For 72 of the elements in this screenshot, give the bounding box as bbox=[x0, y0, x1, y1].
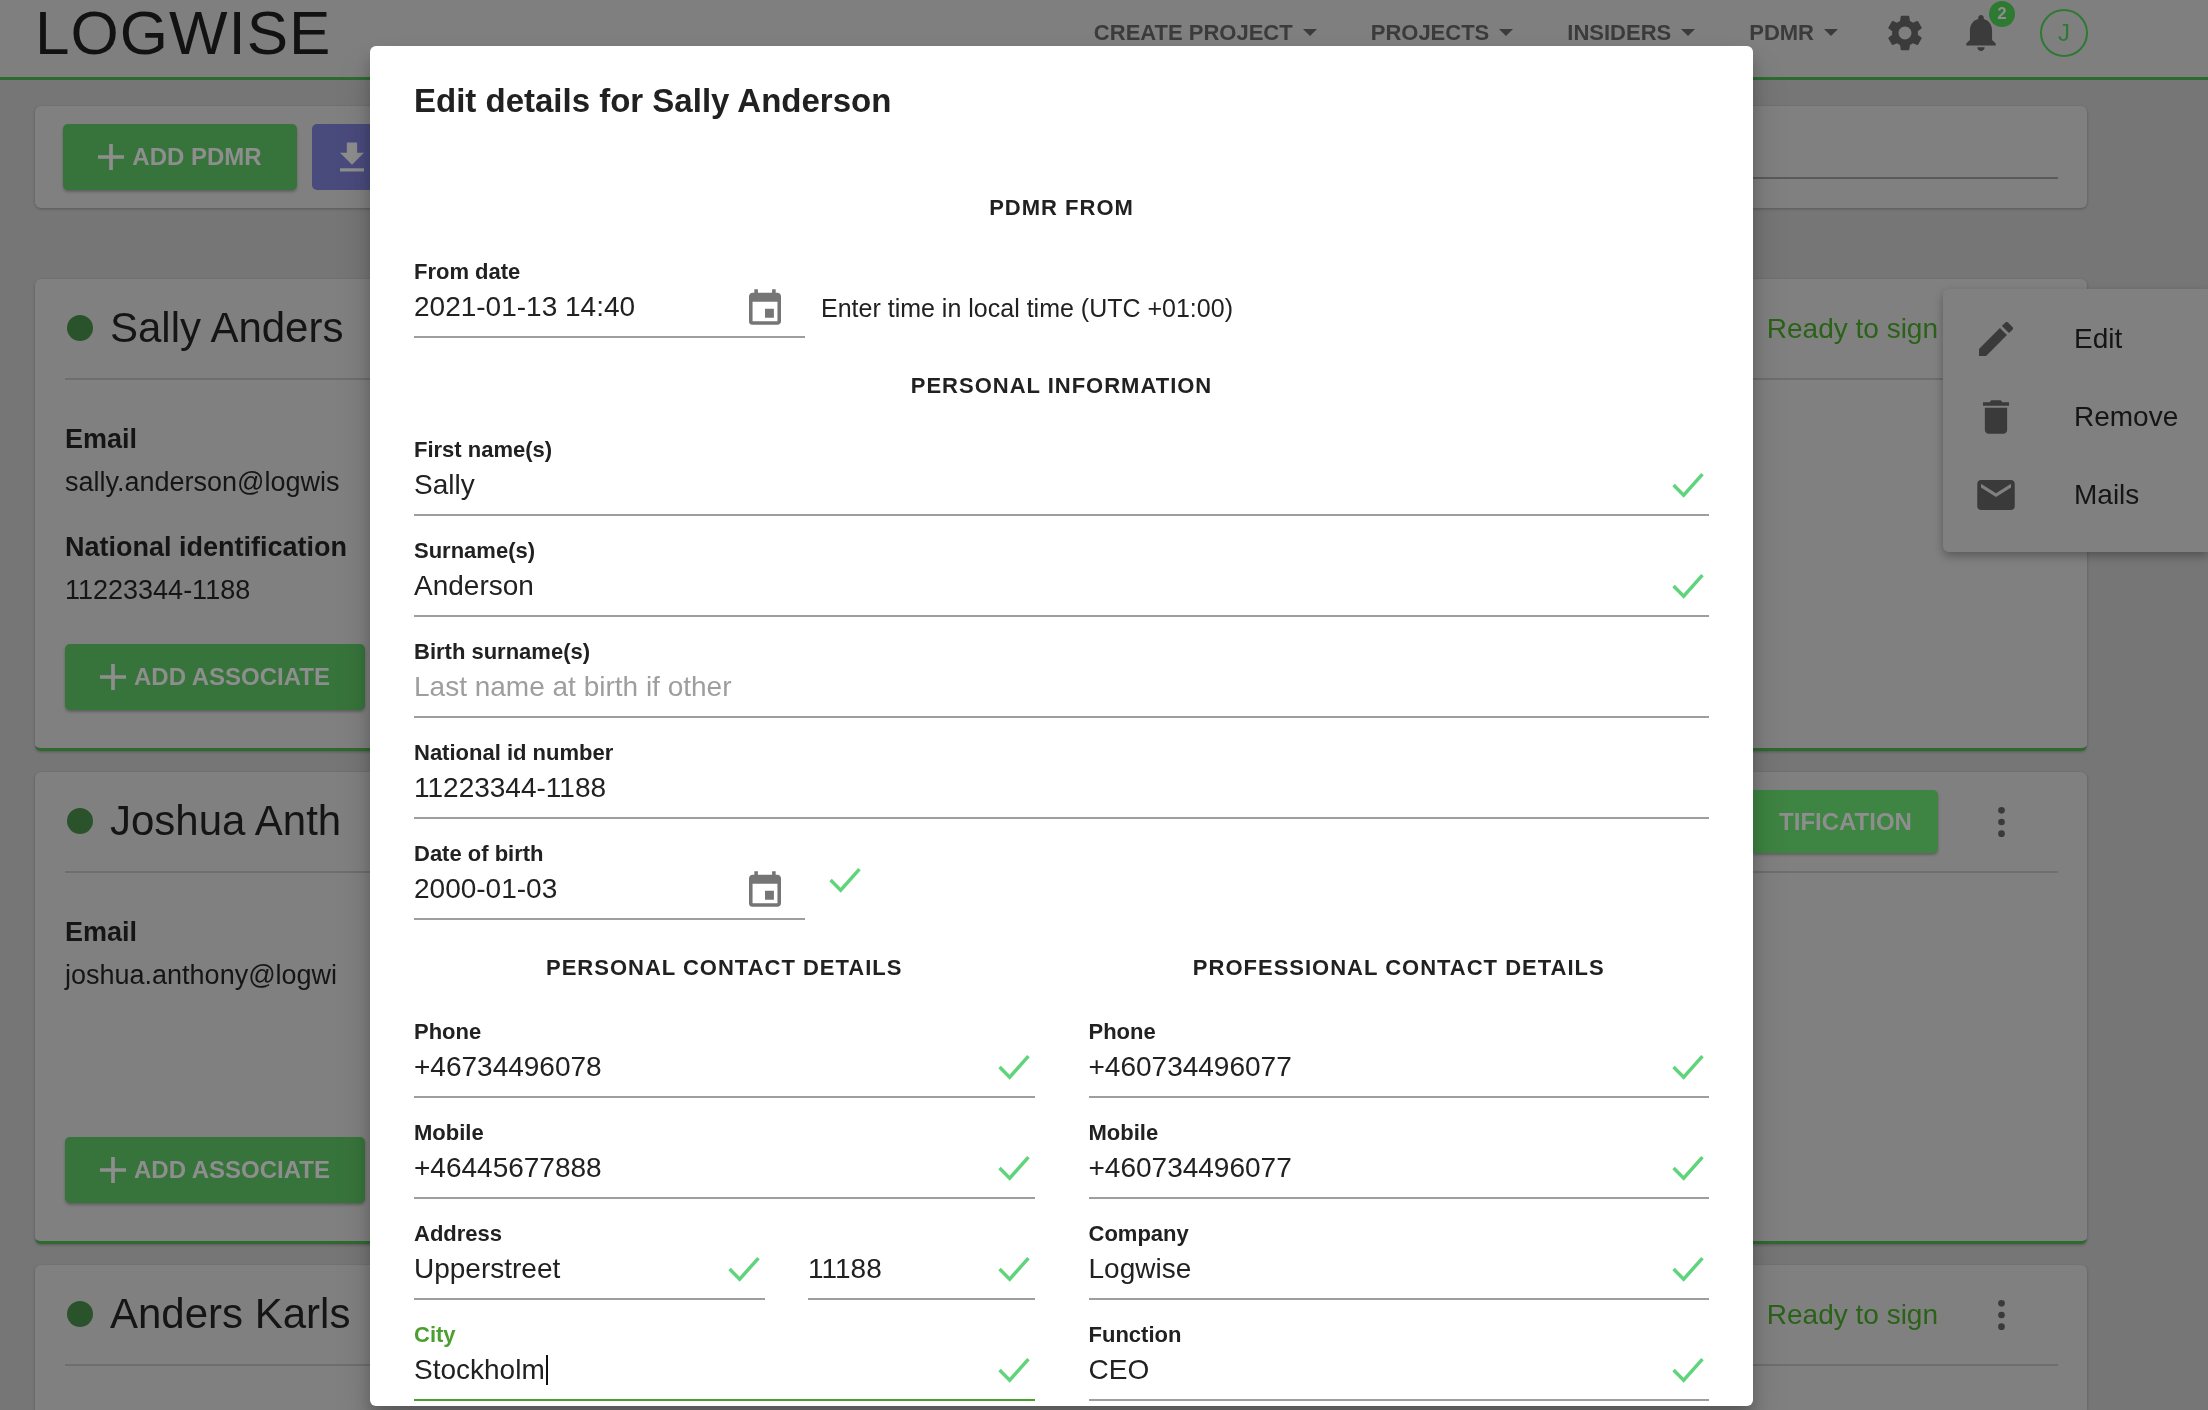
section-heading: PERSONAL INFORMATION bbox=[909, 372, 1214, 400]
caret-icon bbox=[1824, 29, 1838, 36]
field-label: City bbox=[414, 1321, 456, 1349]
calendar-icon[interactable] bbox=[749, 289, 781, 325]
notification-badge: 2 bbox=[1989, 0, 2015, 27]
pencil-icon bbox=[1979, 322, 2013, 356]
more-icon[interactable] bbox=[1998, 1299, 2005, 1330]
download-button[interactable] bbox=[312, 124, 370, 190]
field-label: Function bbox=[1088, 1321, 1182, 1349]
menu-item[interactable]: Mails bbox=[1943, 456, 2208, 534]
settings-icon[interactable] bbox=[1888, 14, 1922, 51]
caret-icon bbox=[1499, 29, 1514, 36]
status-dot-icon bbox=[67, 315, 93, 342]
field-label: Birth surname(s) bbox=[414, 638, 591, 666]
menu-item[interactable]: Remove bbox=[1943, 378, 2208, 456]
plus-icon bbox=[98, 144, 125, 170]
text-field[interactable]: +46734496078 bbox=[414, 1046, 1035, 1098]
detail-label: National identification bbox=[65, 531, 347, 564]
detail-label: Email bbox=[65, 916, 138, 949]
date-field[interactable]: 2021-01-13 14:40 bbox=[414, 286, 805, 338]
text-field[interactable]: Upperstreet bbox=[414, 1248, 765, 1300]
logo[interactable]: LOGWISE bbox=[35, 1, 332, 64]
trash-icon bbox=[1983, 400, 2009, 434]
text-field[interactable]: +46445677888 bbox=[414, 1147, 1035, 1199]
section-heading: PDMR FROM bbox=[988, 194, 1135, 222]
section-heading: PROFESSIONAL CONTACT DETAILS bbox=[1191, 954, 1606, 982]
detail-value: sally.anderson@logwis bbox=[65, 466, 340, 499]
text-cursor-icon bbox=[545, 1355, 548, 1385]
field-label: From date bbox=[414, 258, 521, 286]
detail-value: joshua.anthony@logwi bbox=[65, 959, 338, 992]
detail-value: 11223344-1188 bbox=[65, 574, 251, 607]
field-label: Phone bbox=[414, 1018, 482, 1046]
text-field[interactable]: 11223344-1188 bbox=[414, 767, 1709, 819]
menu-item[interactable]: Edit bbox=[1943, 300, 2208, 378]
field-label: Phone bbox=[1088, 1018, 1156, 1046]
text-field[interactable]: +460734496077 bbox=[1088, 1147, 1709, 1199]
person-name: Sally Anders bbox=[110, 303, 344, 354]
more-icon[interactable] bbox=[1998, 806, 2005, 837]
status-text: Ready to sign bbox=[1766, 1298, 1938, 1331]
calendar-icon[interactable] bbox=[749, 871, 781, 907]
section-heading: PERSONAL CONTACT DETAILS bbox=[545, 954, 904, 982]
status-dot-icon bbox=[67, 808, 93, 835]
mail-icon bbox=[1977, 480, 2015, 510]
person-name: Joshua Anth bbox=[110, 796, 342, 847]
field-label: Address bbox=[414, 1220, 503, 1248]
text-field[interactable]: Sally bbox=[414, 464, 1709, 516]
text-field[interactable]: 11188 bbox=[808, 1248, 1035, 1300]
field-label: Mobile bbox=[414, 1119, 484, 1147]
status-text: Ready to sign bbox=[1766, 312, 1938, 345]
caret-icon bbox=[1681, 29, 1696, 36]
text-field[interactable]: +460734496077 bbox=[1088, 1046, 1709, 1098]
plus-icon bbox=[100, 1157, 126, 1183]
status-dot-icon bbox=[67, 1301, 93, 1328]
text-field[interactable]: Stockholm bbox=[414, 1349, 1035, 1401]
text-field[interactable]: Anderson bbox=[414, 565, 1709, 617]
person-name: Anders Karls bbox=[110, 1289, 351, 1340]
date-field[interactable]: 2000-01-03 bbox=[414, 868, 805, 920]
text-field[interactable]: Logwise bbox=[1088, 1248, 1709, 1300]
bell-icon[interactable] bbox=[1966, 14, 1996, 51]
detail-label: Email bbox=[65, 423, 138, 456]
field-label: Date of birth bbox=[414, 840, 544, 868]
caret-icon bbox=[1302, 29, 1317, 36]
text-field[interactable]: CEO bbox=[1088, 1349, 1709, 1401]
field-label: Surname(s) bbox=[414, 537, 536, 565]
download-icon bbox=[340, 142, 364, 172]
field-label: Company bbox=[1088, 1220, 1189, 1248]
hint-text: Enter time in local time (UTC +01:00) bbox=[821, 293, 1233, 324]
plus-icon bbox=[100, 664, 126, 690]
dialog-title: Edit details for Sally Anderson bbox=[414, 81, 893, 121]
field-label: First name(s) bbox=[414, 436, 553, 464]
field-label: National id number bbox=[414, 739, 614, 767]
field-label: Mobile bbox=[1088, 1119, 1159, 1147]
